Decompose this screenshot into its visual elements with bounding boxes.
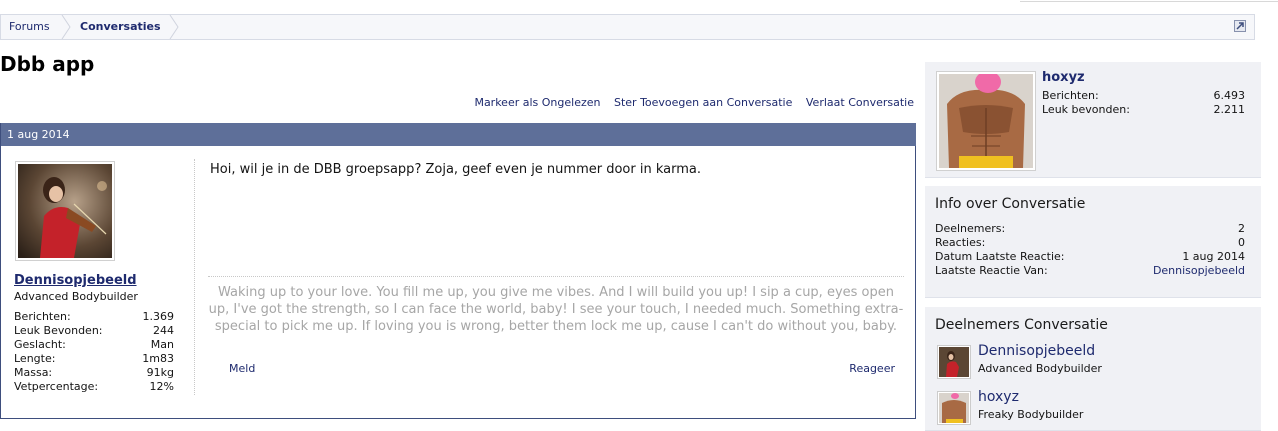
star-conversation-link[interactable]: Ster Toevoegen aan Conversatie bbox=[614, 96, 792, 109]
top-right-divider bbox=[1020, 0, 1278, 2]
participant-name[interactable]: Dennisopjebeeld bbox=[978, 343, 1095, 359]
info-value: 2 bbox=[1238, 222, 1245, 235]
stat-label: Geslacht: bbox=[14, 338, 66, 351]
stat-row: Leuk Bevonden: 244 bbox=[14, 324, 174, 338]
stat-row: Geslacht: Man bbox=[14, 338, 174, 352]
stat-label: Vetpercentage: bbox=[14, 380, 99, 393]
author-stats: Berichten: 1.369 Leuk Bevonden: 244 Geslac… bbox=[14, 310, 174, 394]
info-row: Deelnemers: 2 bbox=[935, 222, 1245, 236]
stat-value: 2.211 bbox=[1213, 103, 1246, 116]
info-label: Laatste Reactie Van: bbox=[935, 264, 1048, 277]
page-title: Dbb app bbox=[0, 52, 95, 76]
message-date-bar: 1 aug 2014 bbox=[1, 123, 916, 146]
stat-value: 1m83 bbox=[142, 352, 174, 365]
author-username[interactable]: Dennisopjebeeld bbox=[14, 273, 137, 288]
info-value: 1 aug 2014 bbox=[1182, 250, 1245, 263]
participants-heading: Deelnemers Conversatie bbox=[935, 317, 1108, 333]
stat-row: Massa: 91kg bbox=[14, 366, 174, 380]
avatar-violinist-image bbox=[939, 347, 969, 377]
stat-value: 12% bbox=[149, 380, 174, 393]
breadcrumb-separator-icon bbox=[169, 15, 179, 39]
participant-item: hoxyz Freaky Bodybuilder bbox=[937, 389, 1247, 429]
leave-conversation-link[interactable]: Verlaat Conversatie bbox=[806, 96, 914, 109]
stat-value: 244 bbox=[153, 324, 174, 337]
profile-username[interactable]: hoxyz bbox=[1042, 70, 1085, 85]
stat-label: Leuk bevonden: bbox=[1042, 103, 1130, 116]
breadcrumb-conversaties[interactable]: Conversaties bbox=[80, 15, 161, 39]
message-post: 1 aug 2014 Dennisopjebeeld Advanced Body… bbox=[0, 123, 916, 419]
author-title: Advanced Bodybuilder bbox=[14, 290, 138, 303]
breadcrumb-forums[interactable]: Forums bbox=[9, 15, 50, 39]
stat-label: Berichten: bbox=[14, 310, 71, 323]
info-value: 0 bbox=[1238, 236, 1245, 249]
last-reply-user-link[interactable]: Dennisopjebeeld bbox=[1153, 264, 1245, 277]
author-divider bbox=[194, 159, 195, 395]
stat-value: 91kg bbox=[146, 366, 174, 379]
message-signature: Waking up to your love. You fill me up, … bbox=[208, 285, 904, 334]
stat-row: Berichten: 1.369 bbox=[14, 310, 174, 324]
participant-item: Dennisopjebeeld Advanced Bodybuilder bbox=[937, 343, 1247, 383]
stat-label: Leuk Bevonden: bbox=[14, 324, 103, 337]
participant-avatar[interactable] bbox=[937, 345, 971, 379]
info-row: Reacties: 0 bbox=[935, 236, 1245, 250]
author-avatar[interactable] bbox=[15, 161, 115, 261]
breadcrumb-separator-icon bbox=[61, 15, 71, 39]
mark-unread-link[interactable]: Markeer als Ongelezen bbox=[474, 96, 600, 109]
stat-row: Lengte: 1m83 bbox=[14, 352, 174, 366]
info-label: Reacties: bbox=[935, 236, 986, 249]
reply-link[interactable]: Reageer bbox=[849, 362, 895, 375]
info-row: Datum Laatste Reactie: 1 aug 2014 bbox=[935, 250, 1245, 264]
conversation-info-panel: Info over Conversatie Deelnemers: 2 React… bbox=[925, 186, 1261, 298]
participant-title: Advanced Bodybuilder bbox=[978, 362, 1102, 375]
avatar-bodybuilder-image bbox=[939, 393, 969, 423]
participant-title: Freaky Bodybuilder bbox=[978, 408, 1084, 421]
info-heading: Info over Conversatie bbox=[935, 196, 1086, 212]
profile-panel: hoxyz Berichten: 6.493 Leuk bevonden: 2.21… bbox=[925, 62, 1261, 178]
stat-label: Massa: bbox=[14, 366, 53, 379]
info-row: Laatste Reactie Van: Dennisopjebeeld bbox=[935, 264, 1245, 278]
participant-avatar[interactable] bbox=[937, 391, 971, 425]
report-link[interactable]: Meld bbox=[229, 362, 255, 375]
stat-row: Berichten: 6.493 bbox=[1042, 89, 1245, 103]
signature-divider bbox=[208, 276, 904, 277]
stat-label: Berichten: bbox=[1042, 89, 1099, 102]
stat-value: 6.493 bbox=[1213, 89, 1246, 102]
stat-row: Leuk bevonden: 2.211 bbox=[1042, 103, 1245, 117]
profile-stats: Berichten: 6.493 Leuk bevonden: 2.211 bbox=[1042, 89, 1245, 117]
stat-value: Man bbox=[150, 338, 174, 351]
stat-label: Lengte: bbox=[14, 352, 56, 365]
conversation-actions: Markeer als Ongelezen Ster Toevoegen aan… bbox=[464, 96, 914, 109]
avatar-bodybuilder-image bbox=[939, 74, 1033, 168]
breadcrumb: Forums Conversaties bbox=[0, 14, 1255, 40]
avatar-violinist-image bbox=[18, 164, 112, 258]
message-body: Hoi, wil je in de DBB groepsapp? Zoja, g… bbox=[210, 162, 701, 177]
top-strip bbox=[0, 0, 1278, 14]
stat-row: Vetpercentage: 12% bbox=[14, 380, 174, 394]
profile-avatar[interactable] bbox=[936, 71, 1036, 171]
info-rows: Deelnemers: 2 Reacties: 0 Datum Laatste Re… bbox=[935, 222, 1245, 278]
jump-to-icon[interactable] bbox=[1234, 20, 1246, 32]
info-label: Deelnemers: bbox=[935, 222, 1006, 235]
participants-panel: Deelnemers Conversatie Dennisopjebeeld A… bbox=[925, 307, 1261, 431]
stat-value: 1.369 bbox=[142, 310, 175, 323]
participant-name[interactable]: hoxyz bbox=[978, 389, 1019, 405]
info-label: Datum Laatste Reactie: bbox=[935, 250, 1065, 263]
